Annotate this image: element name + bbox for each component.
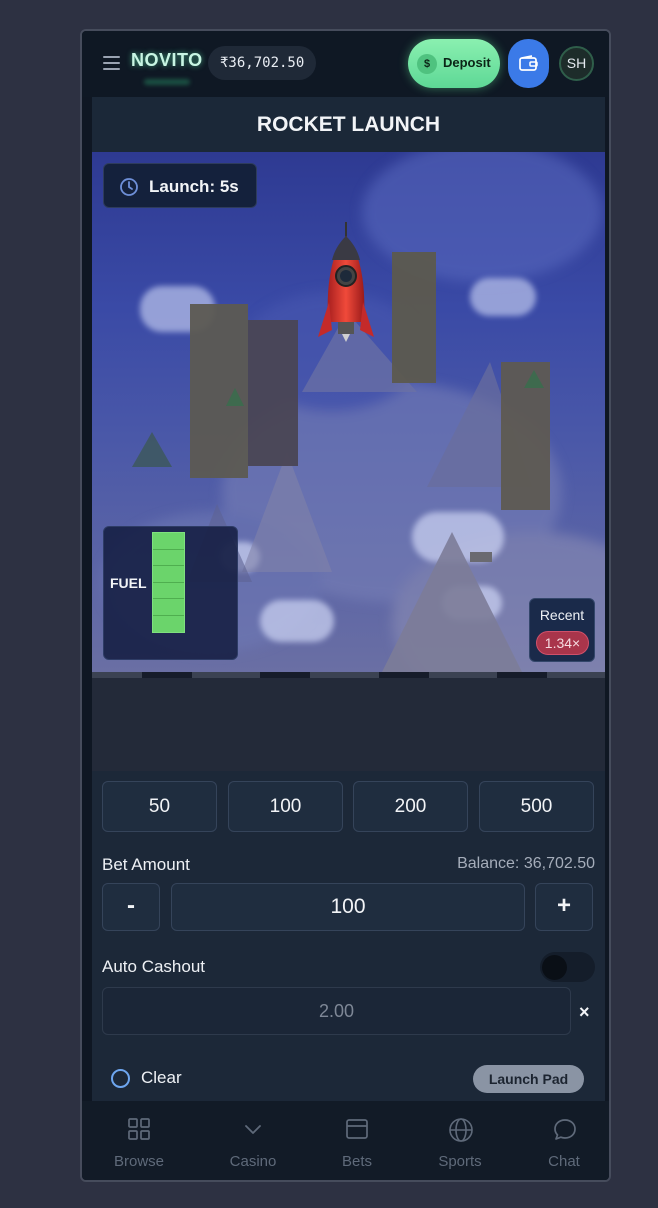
- rocket-sprite: [318, 222, 374, 342]
- bet-amount-label: Bet Amount: [102, 855, 190, 874]
- fuel-gauge: FUEL: [103, 526, 238, 660]
- globe-icon: [449, 1118, 473, 1142]
- deposit-label: Deposit: [443, 55, 491, 70]
- hamburger-menu-icon[interactable]: [103, 56, 120, 70]
- logo-glow: [144, 79, 190, 85]
- game-title-bar: ROCKET LAUNCH: [92, 97, 605, 152]
- brand-logo[interactable]: NOVITO: [131, 50, 203, 71]
- clock-icon: [120, 178, 138, 196]
- nav-casino[interactable]: Casino: [203, 1101, 303, 1180]
- wallet-button[interactable]: [508, 39, 549, 88]
- ticket-icon: [346, 1119, 368, 1139]
- quick-amount-500[interactable]: 500: [479, 781, 594, 832]
- recent-multiplier-chip[interactable]: 1.34×: [536, 631, 589, 655]
- balance-display[interactable]: ₹36,702.50: [208, 46, 317, 80]
- launch-timer-text: Launch: 5s: [149, 177, 239, 196]
- bet-amount-input[interactable]: 100: [171, 883, 525, 931]
- nav-label-browse: Browse: [113, 1153, 165, 1170]
- launch-pad-button[interactable]: Launch Pad: [473, 1065, 584, 1093]
- balance-text: Balance: 36,702.50: [457, 855, 595, 872]
- recent-results-box: Recent 1.34×: [529, 598, 595, 662]
- nav-label-sports: Sports: [438, 1153, 482, 1170]
- clear-label: Clear: [141, 1068, 182, 1087]
- recent-label: Recent: [539, 607, 585, 623]
- nav-sports[interactable]: Sports: [410, 1101, 510, 1180]
- chat-bubble-icon: [554, 1119, 576, 1140]
- game-scene: Launch: 5s FUEL Recent 1.34×: [92, 152, 605, 672]
- quick-amount-200[interactable]: 200: [353, 781, 468, 832]
- top-header: NOVITO ₹36,702.50 $ Deposit SH: [82, 31, 609, 97]
- nav-label-chat: Chat: [548, 1153, 580, 1170]
- game-title: ROCKET LAUNCH: [256, 113, 441, 136]
- deposit-button[interactable]: $ Deposit: [408, 39, 500, 88]
- fuel-level-bar: [152, 532, 185, 633]
- quick-amount-50[interactable]: 50: [102, 781, 217, 832]
- grid-icon: [128, 1118, 150, 1140]
- wallet-icon: [519, 55, 538, 71]
- auto-cashout-input[interactable]: 2.00: [102, 987, 571, 1035]
- app-frame: NOVITO ₹36,702.50 $ Deposit SH ROCKET LA…: [80, 29, 611, 1182]
- auto-cashout-label: Auto Cashout: [102, 957, 206, 976]
- launch-timer-box: Launch: 5s: [103, 163, 257, 208]
- chevron-down-icon: [245, 1125, 261, 1134]
- radio-circle-icon[interactable]: [111, 1069, 130, 1088]
- auto-cashout-toggle[interactable]: [540, 952, 595, 982]
- toggle-knob: [542, 955, 567, 980]
- quick-amount-100[interactable]: 100: [228, 781, 343, 832]
- nav-label-bets: Bets: [341, 1153, 372, 1170]
- nav-label-casino: Casino: [229, 1153, 277, 1170]
- nav-chat[interactable]: Chat: [514, 1101, 609, 1180]
- dollar-coin-icon: $: [417, 54, 437, 74]
- bottom-navigation: Browse Casino Bets Sports Chat: [82, 1101, 609, 1180]
- game-spacer: [92, 678, 605, 771]
- user-avatar[interactable]: SH: [559, 46, 594, 81]
- increment-bet-button[interactable]: +: [535, 883, 593, 931]
- bet-controls: 50 100 200 500 Bet Amount Balance: 36,70…: [92, 771, 605, 1101]
- decrement-bet-button[interactable]: -: [102, 883, 160, 931]
- fuel-label: FUEL: [110, 575, 147, 591]
- nav-browse[interactable]: Browse: [89, 1101, 189, 1180]
- nav-bets[interactable]: Bets: [307, 1101, 407, 1180]
- clear-cashout-icon[interactable]: ×: [579, 1002, 590, 1023]
